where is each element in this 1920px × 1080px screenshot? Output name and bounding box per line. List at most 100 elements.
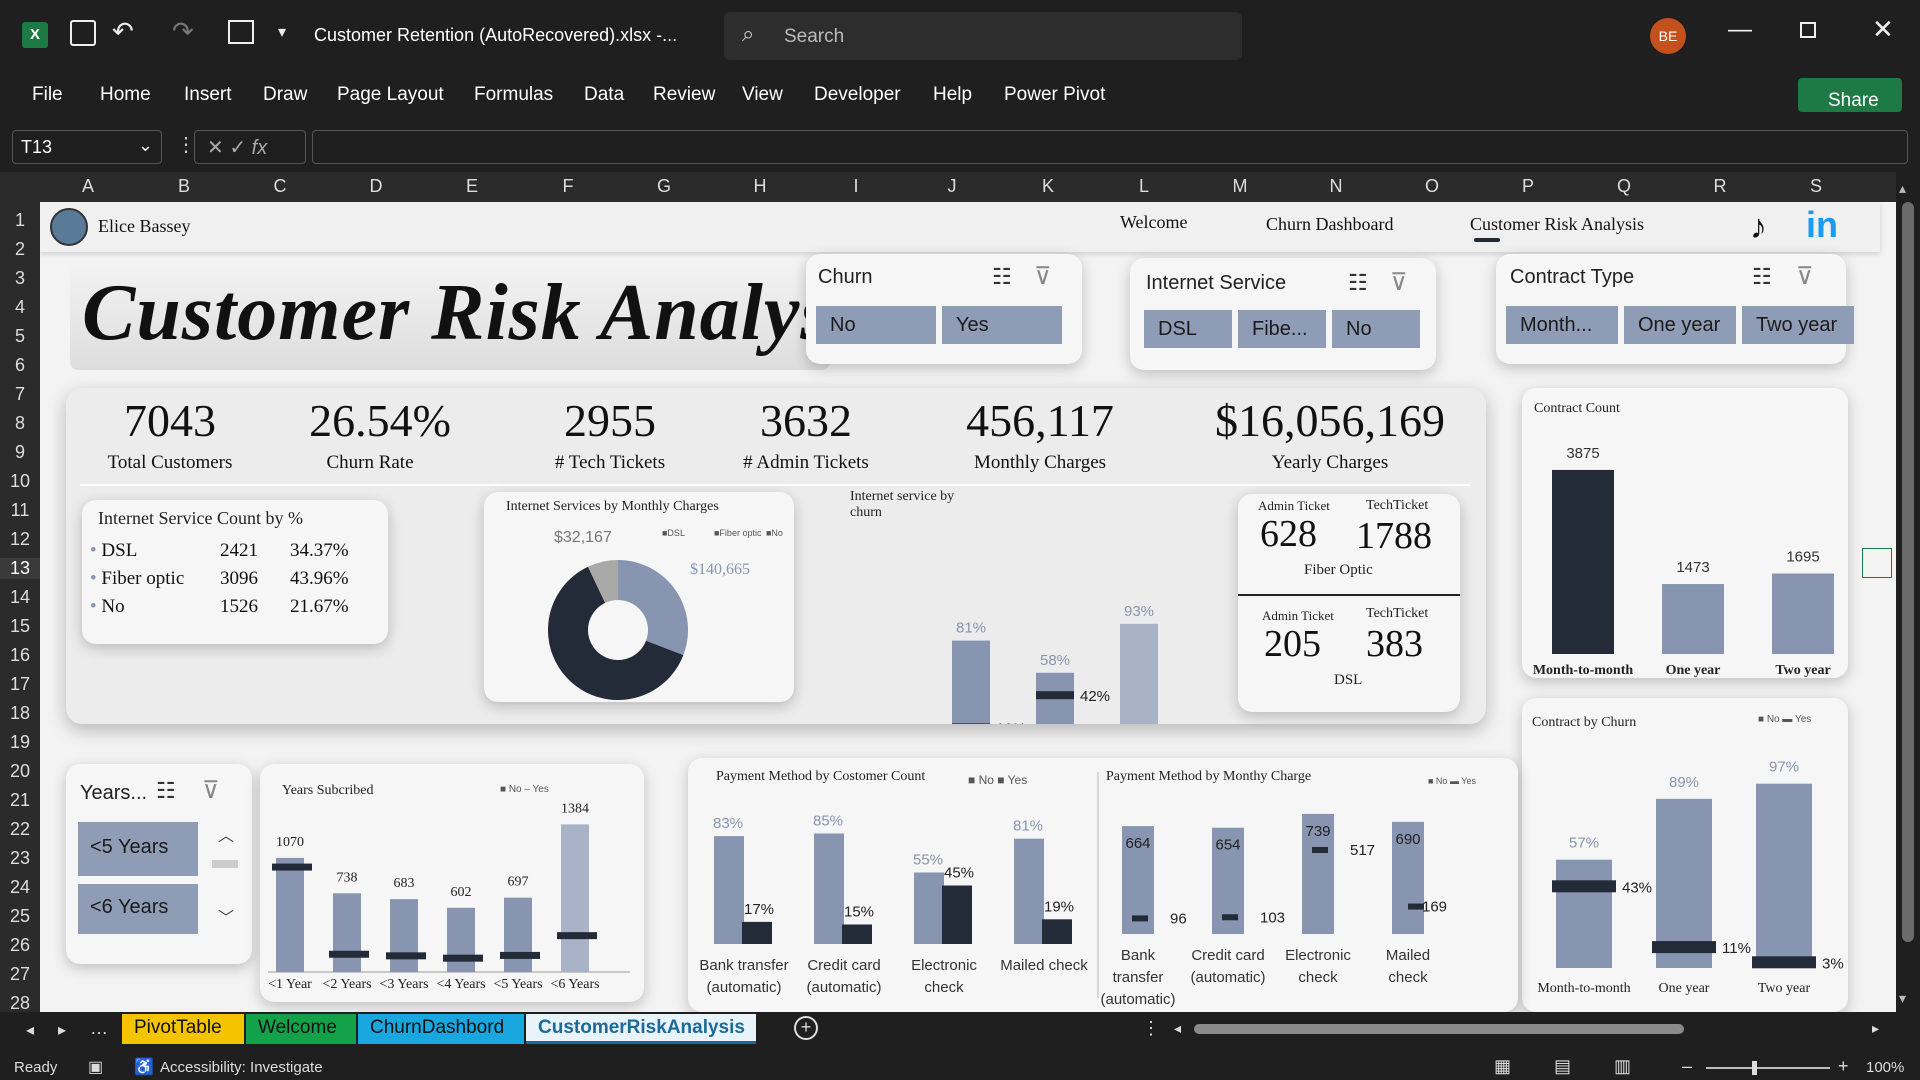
menu-page-layout[interactable]: Page Layout bbox=[337, 84, 444, 106]
tab-welcome[interactable]: Welcome bbox=[246, 1014, 356, 1044]
scroll-up-icon[interactable]: ︿ bbox=[218, 822, 234, 846]
macro-icon[interactable]: ▣ bbox=[88, 1057, 103, 1077]
menu-home[interactable]: Home bbox=[100, 84, 151, 106]
row-header-8[interactable]: 8 bbox=[0, 413, 40, 434]
zoom-out-icon[interactable]: – bbox=[1682, 1056, 1692, 1077]
clear-filter-icon[interactable]: ⊽ bbox=[1796, 262, 1814, 291]
row-header-17[interactable]: 17 bbox=[0, 674, 40, 695]
column-header-N[interactable]: N bbox=[1288, 176, 1384, 197]
scroll-right-icon[interactable]: ▸ bbox=[1872, 1020, 1879, 1037]
column-header-C[interactable]: C bbox=[232, 176, 328, 197]
internet-dsl-button[interactable]: DSL bbox=[1144, 310, 1232, 348]
column-header-P[interactable]: P bbox=[1480, 176, 1576, 197]
minimize-icon[interactable]: — bbox=[1728, 16, 1752, 44]
scroll-down-icon[interactable]: ▾ bbox=[1899, 990, 1906, 1007]
column-header-G[interactable]: G bbox=[616, 176, 712, 197]
column-header-S[interactable]: S bbox=[1768, 176, 1864, 197]
column-header-J[interactable]: J bbox=[904, 176, 1000, 197]
column-header-F[interactable]: F bbox=[520, 176, 616, 197]
worksheet[interactable]: Elice Bassey Welcome Churn Dashboard Cus… bbox=[40, 202, 1896, 1012]
years-6-button[interactable]: <6 Years bbox=[78, 884, 198, 934]
row-header-21[interactable]: 21 bbox=[0, 790, 40, 811]
menu-insert[interactable]: Insert bbox=[184, 84, 232, 106]
redo-icon[interactable]: ↷ bbox=[172, 16, 194, 47]
row-header-10[interactable]: 10 bbox=[0, 471, 40, 492]
undo-icon[interactable]: ↶ bbox=[112, 16, 134, 47]
years-5-button[interactable]: <5 Years bbox=[78, 822, 198, 876]
scroll-down-icon[interactable]: ﹀ bbox=[218, 904, 234, 928]
close-icon[interactable]: ✕ bbox=[1872, 14, 1894, 45]
enter-icon[interactable]: ✓ bbox=[229, 137, 246, 159]
share-button[interactable]: Share bbox=[1798, 78, 1902, 112]
form-icon[interactable] bbox=[228, 20, 254, 44]
row-header-13[interactable]: 13 bbox=[0, 558, 40, 579]
menu-formulas[interactable]: Formulas bbox=[474, 84, 553, 106]
row-header-22[interactable]: 22 bbox=[0, 819, 40, 840]
row-header-25[interactable]: 25 bbox=[0, 906, 40, 927]
clear-filter-icon[interactable]: ⊽ bbox=[1034, 262, 1052, 291]
multiselect-icon[interactable]: ☷ bbox=[1348, 270, 1368, 296]
row-header-11[interactable]: 11 bbox=[0, 500, 40, 521]
tab-customerriskanalysis[interactable]: CustomerRiskAnalysis bbox=[526, 1014, 756, 1044]
next-sheet-icon[interactable]: ▸ bbox=[58, 1020, 66, 1040]
row-header-18[interactable]: 18 bbox=[0, 703, 40, 724]
status-accessibility[interactable]: Accessibility: Investigate bbox=[160, 1059, 323, 1076]
slicer-scrollbar[interactable] bbox=[212, 860, 238, 868]
column-header-K[interactable]: K bbox=[1000, 176, 1096, 197]
page-break-icon[interactable]: ▥ bbox=[1614, 1056, 1631, 1077]
accessibility-icon[interactable]: ♿ bbox=[134, 1057, 154, 1077]
function-icon[interactable]: fx bbox=[252, 137, 268, 159]
search-box[interactable]: ⌕ Search bbox=[724, 12, 1242, 60]
column-header-D[interactable]: D bbox=[328, 176, 424, 197]
row-header-24[interactable]: 24 bbox=[0, 877, 40, 898]
column-header-B[interactable]: B bbox=[136, 176, 232, 197]
column-header-E[interactable]: E bbox=[424, 176, 520, 197]
multiselect-icon[interactable]: ☷ bbox=[1752, 264, 1772, 290]
cancel-icon[interactable]: ✕ bbox=[207, 137, 224, 159]
row-header-28[interactable]: 28 bbox=[0, 993, 40, 1014]
horizontal-scroll-thumb[interactable] bbox=[1194, 1024, 1684, 1034]
restore-icon[interactable] bbox=[1800, 22, 1816, 38]
row-header-26[interactable]: 26 bbox=[0, 935, 40, 956]
selected-cell[interactable] bbox=[1862, 548, 1892, 578]
contract-month-button[interactable]: Month... bbox=[1506, 306, 1618, 344]
zoom-slider[interactable] bbox=[1706, 1067, 1830, 1069]
column-header-L[interactable]: L bbox=[1096, 176, 1192, 197]
nav-churn-dashboard[interactable]: Churn Dashboard bbox=[1266, 214, 1393, 235]
clear-filter-icon[interactable]: ⊽ bbox=[1390, 268, 1408, 297]
row-header-23[interactable]: 23 bbox=[0, 848, 40, 869]
column-header-I[interactable]: I bbox=[808, 176, 904, 197]
column-header-H[interactable]: H bbox=[712, 176, 808, 197]
row-header-4[interactable]: 4 bbox=[0, 297, 40, 318]
row-header-16[interactable]: 16 bbox=[0, 645, 40, 666]
column-header-A[interactable]: A bbox=[40, 176, 136, 197]
scroll-left-icon[interactable]: ◂ bbox=[1174, 1020, 1181, 1037]
menu-draw[interactable]: Draw bbox=[263, 84, 307, 106]
column-header-M[interactable]: M bbox=[1192, 176, 1288, 197]
menu-review[interactable]: Review bbox=[653, 84, 715, 106]
vertical-scrollbar[interactable]: ▴ ▾ bbox=[1896, 172, 1920, 1012]
menu-view[interactable]: View bbox=[742, 84, 783, 106]
normal-view-icon[interactable]: ▦ bbox=[1494, 1056, 1511, 1077]
add-sheet-icon[interactable]: + bbox=[794, 1016, 818, 1040]
clear-filter-icon[interactable]: ⊽ bbox=[202, 776, 220, 805]
prev-sheet-icon[interactable]: ◂ bbox=[26, 1020, 34, 1040]
row-header-9[interactable]: 9 bbox=[0, 442, 40, 463]
more-sheets-icon[interactable]: … bbox=[90, 1018, 108, 1039]
column-header-Q[interactable]: Q bbox=[1576, 176, 1672, 197]
scroll-thumb[interactable] bbox=[1902, 202, 1914, 942]
zoom-in-icon[interactable]: + bbox=[1838, 1056, 1849, 1077]
linkedin-icon[interactable]: in bbox=[1806, 204, 1838, 246]
row-header-15[interactable]: 15 bbox=[0, 616, 40, 637]
contract-one-year-button[interactable]: One year bbox=[1624, 306, 1736, 344]
menu-file[interactable]: File bbox=[32, 84, 63, 106]
zoom-thumb[interactable] bbox=[1752, 1061, 1757, 1075]
churn-no-button[interactable]: No bbox=[816, 306, 936, 344]
contract-two-year-button[interactable]: Two year bbox=[1742, 306, 1854, 344]
multiselect-icon[interactable]: ☷ bbox=[156, 778, 176, 804]
nav-welcome[interactable]: Welcome bbox=[1120, 212, 1188, 233]
row-header-6[interactable]: 6 bbox=[0, 355, 40, 376]
row-header-20[interactable]: 20 bbox=[0, 761, 40, 782]
row-header-19[interactable]: 19 bbox=[0, 732, 40, 753]
column-header-R[interactable]: R bbox=[1672, 176, 1768, 197]
